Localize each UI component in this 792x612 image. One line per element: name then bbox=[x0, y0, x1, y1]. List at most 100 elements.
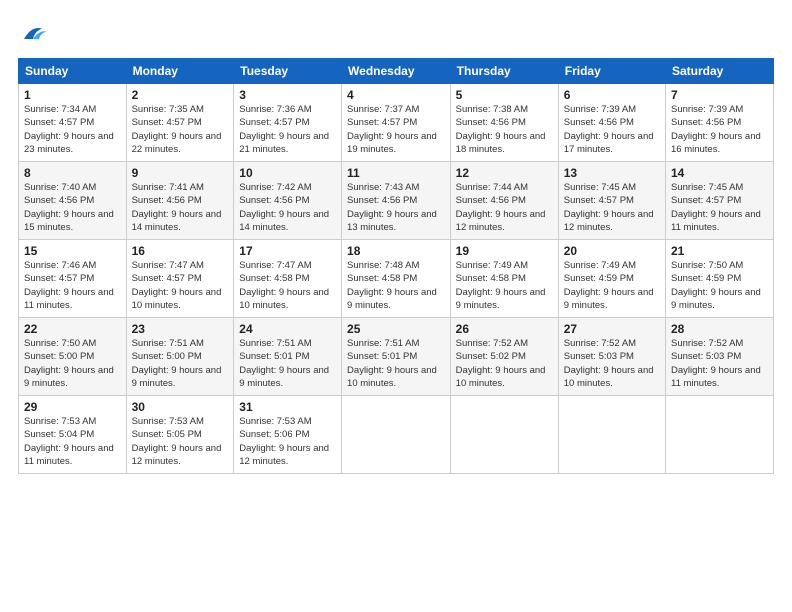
day-info: Sunrise: 7:45 AMSunset: 4:57 PMDaylight:… bbox=[564, 182, 654, 233]
day-number: 7 bbox=[671, 88, 768, 102]
day-info: Sunrise: 7:52 AMSunset: 5:03 PMDaylight:… bbox=[564, 338, 654, 389]
day-info: Sunrise: 7:41 AMSunset: 4:56 PMDaylight:… bbox=[132, 182, 222, 233]
day-info: Sunrise: 7:39 AMSunset: 4:56 PMDaylight:… bbox=[564, 104, 654, 155]
calendar-week-row: 22 Sunrise: 7:50 AMSunset: 5:00 PMDaylig… bbox=[19, 318, 774, 396]
calendar-day-cell: 7 Sunrise: 7:39 AMSunset: 4:56 PMDayligh… bbox=[666, 84, 774, 162]
day-number: 21 bbox=[671, 244, 768, 258]
calendar-day-cell: 13 Sunrise: 7:45 AMSunset: 4:57 PMDaylig… bbox=[558, 162, 665, 240]
calendar-table: SundayMondayTuesdayWednesdayThursdayFrid… bbox=[18, 58, 774, 474]
day-number: 2 bbox=[132, 88, 229, 102]
calendar-day-cell: 30 Sunrise: 7:53 AMSunset: 5:05 PMDaylig… bbox=[126, 396, 234, 474]
day-number: 10 bbox=[239, 166, 336, 180]
day-number: 27 bbox=[564, 322, 660, 336]
day-info: Sunrise: 7:47 AMSunset: 4:57 PMDaylight:… bbox=[132, 260, 222, 311]
day-number: 9 bbox=[132, 166, 229, 180]
calendar-day-cell: 20 Sunrise: 7:49 AMSunset: 4:59 PMDaylig… bbox=[558, 240, 665, 318]
day-info: Sunrise: 7:49 AMSunset: 4:59 PMDaylight:… bbox=[564, 260, 654, 311]
calendar-day-cell bbox=[666, 396, 774, 474]
day-number: 15 bbox=[24, 244, 121, 258]
day-number: 13 bbox=[564, 166, 660, 180]
day-number: 11 bbox=[347, 166, 445, 180]
calendar-day-cell: 9 Sunrise: 7:41 AMSunset: 4:56 PMDayligh… bbox=[126, 162, 234, 240]
calendar-day-cell: 21 Sunrise: 7:50 AMSunset: 4:59 PMDaylig… bbox=[666, 240, 774, 318]
day-number: 20 bbox=[564, 244, 660, 258]
day-number: 4 bbox=[347, 88, 445, 102]
calendar-day-cell: 6 Sunrise: 7:39 AMSunset: 4:56 PMDayligh… bbox=[558, 84, 665, 162]
day-info: Sunrise: 7:39 AMSunset: 4:56 PMDaylight:… bbox=[671, 104, 761, 155]
day-info: Sunrise: 7:50 AMSunset: 5:00 PMDaylight:… bbox=[24, 338, 114, 389]
day-number: 30 bbox=[132, 400, 229, 414]
day-info: Sunrise: 7:42 AMSunset: 4:56 PMDaylight:… bbox=[239, 182, 329, 233]
calendar-day-cell: 23 Sunrise: 7:51 AMSunset: 5:00 PMDaylig… bbox=[126, 318, 234, 396]
calendar-day-cell: 1 Sunrise: 7:34 AMSunset: 4:57 PMDayligh… bbox=[19, 84, 127, 162]
logo bbox=[18, 18, 52, 48]
day-number: 23 bbox=[132, 322, 229, 336]
calendar-day-cell bbox=[450, 396, 558, 474]
day-info: Sunrise: 7:53 AMSunset: 5:04 PMDaylight:… bbox=[24, 416, 114, 467]
calendar-day-cell: 5 Sunrise: 7:38 AMSunset: 4:56 PMDayligh… bbox=[450, 84, 558, 162]
weekday-header-cell: Thursday bbox=[450, 59, 558, 84]
day-info: Sunrise: 7:44 AMSunset: 4:56 PMDaylight:… bbox=[456, 182, 546, 233]
calendar-day-cell bbox=[558, 396, 665, 474]
weekday-header-cell: Wednesday bbox=[342, 59, 451, 84]
calendar-day-cell: 2 Sunrise: 7:35 AMSunset: 4:57 PMDayligh… bbox=[126, 84, 234, 162]
calendar-day-cell: 8 Sunrise: 7:40 AMSunset: 4:56 PMDayligh… bbox=[19, 162, 127, 240]
day-number: 25 bbox=[347, 322, 445, 336]
calendar-day-cell: 14 Sunrise: 7:45 AMSunset: 4:57 PMDaylig… bbox=[666, 162, 774, 240]
calendar-day-cell: 3 Sunrise: 7:36 AMSunset: 4:57 PMDayligh… bbox=[234, 84, 342, 162]
calendar-day-cell: 19 Sunrise: 7:49 AMSunset: 4:58 PMDaylig… bbox=[450, 240, 558, 318]
day-info: Sunrise: 7:34 AMSunset: 4:57 PMDaylight:… bbox=[24, 104, 114, 155]
calendar-day-cell: 12 Sunrise: 7:44 AMSunset: 4:56 PMDaylig… bbox=[450, 162, 558, 240]
day-info: Sunrise: 7:40 AMSunset: 4:56 PMDaylight:… bbox=[24, 182, 114, 233]
calendar-week-row: 15 Sunrise: 7:46 AMSunset: 4:57 PMDaylig… bbox=[19, 240, 774, 318]
calendar-day-cell: 16 Sunrise: 7:47 AMSunset: 4:57 PMDaylig… bbox=[126, 240, 234, 318]
day-info: Sunrise: 7:50 AMSunset: 4:59 PMDaylight:… bbox=[671, 260, 761, 311]
day-number: 28 bbox=[671, 322, 768, 336]
calendar-day-cell: 24 Sunrise: 7:51 AMSunset: 5:01 PMDaylig… bbox=[234, 318, 342, 396]
day-info: Sunrise: 7:37 AMSunset: 4:57 PMDaylight:… bbox=[347, 104, 437, 155]
calendar-day-cell bbox=[342, 396, 451, 474]
day-info: Sunrise: 7:51 AMSunset: 5:01 PMDaylight:… bbox=[347, 338, 437, 389]
day-number: 8 bbox=[24, 166, 121, 180]
day-info: Sunrise: 7:36 AMSunset: 4:57 PMDaylight:… bbox=[239, 104, 329, 155]
day-number: 19 bbox=[456, 244, 553, 258]
weekday-header-row: SundayMondayTuesdayWednesdayThursdayFrid… bbox=[19, 59, 774, 84]
day-number: 3 bbox=[239, 88, 336, 102]
day-info: Sunrise: 7:51 AMSunset: 5:00 PMDaylight:… bbox=[132, 338, 222, 389]
calendar-day-cell: 11 Sunrise: 7:43 AMSunset: 4:56 PMDaylig… bbox=[342, 162, 451, 240]
day-number: 17 bbox=[239, 244, 336, 258]
calendar-week-row: 29 Sunrise: 7:53 AMSunset: 5:04 PMDaylig… bbox=[19, 396, 774, 474]
calendar-day-cell: 18 Sunrise: 7:48 AMSunset: 4:58 PMDaylig… bbox=[342, 240, 451, 318]
day-info: Sunrise: 7:35 AMSunset: 4:57 PMDaylight:… bbox=[132, 104, 222, 155]
day-info: Sunrise: 7:53 AMSunset: 5:05 PMDaylight:… bbox=[132, 416, 222, 467]
day-info: Sunrise: 7:51 AMSunset: 5:01 PMDaylight:… bbox=[239, 338, 329, 389]
weekday-header-cell: Sunday bbox=[19, 59, 127, 84]
day-number: 31 bbox=[239, 400, 336, 414]
day-number: 24 bbox=[239, 322, 336, 336]
day-info: Sunrise: 7:38 AMSunset: 4:56 PMDaylight:… bbox=[456, 104, 546, 155]
weekday-header-cell: Saturday bbox=[666, 59, 774, 84]
calendar-day-cell: 22 Sunrise: 7:50 AMSunset: 5:00 PMDaylig… bbox=[19, 318, 127, 396]
day-info: Sunrise: 7:53 AMSunset: 5:06 PMDaylight:… bbox=[239, 416, 329, 467]
day-info: Sunrise: 7:49 AMSunset: 4:58 PMDaylight:… bbox=[456, 260, 546, 311]
header bbox=[18, 18, 774, 48]
day-info: Sunrise: 7:52 AMSunset: 5:02 PMDaylight:… bbox=[456, 338, 546, 389]
day-number: 29 bbox=[24, 400, 121, 414]
day-number: 22 bbox=[24, 322, 121, 336]
calendar-day-cell: 17 Sunrise: 7:47 AMSunset: 4:58 PMDaylig… bbox=[234, 240, 342, 318]
calendar-day-cell: 27 Sunrise: 7:52 AMSunset: 5:03 PMDaylig… bbox=[558, 318, 665, 396]
day-number: 1 bbox=[24, 88, 121, 102]
weekday-header-cell: Tuesday bbox=[234, 59, 342, 84]
calendar-day-cell: 31 Sunrise: 7:53 AMSunset: 5:06 PMDaylig… bbox=[234, 396, 342, 474]
day-info: Sunrise: 7:48 AMSunset: 4:58 PMDaylight:… bbox=[347, 260, 437, 311]
day-number: 5 bbox=[456, 88, 553, 102]
day-number: 6 bbox=[564, 88, 660, 102]
calendar-day-cell: 15 Sunrise: 7:46 AMSunset: 4:57 PMDaylig… bbox=[19, 240, 127, 318]
day-info: Sunrise: 7:52 AMSunset: 5:03 PMDaylight:… bbox=[671, 338, 761, 389]
calendar-day-cell: 10 Sunrise: 7:42 AMSunset: 4:56 PMDaylig… bbox=[234, 162, 342, 240]
day-info: Sunrise: 7:45 AMSunset: 4:57 PMDaylight:… bbox=[671, 182, 761, 233]
day-info: Sunrise: 7:46 AMSunset: 4:57 PMDaylight:… bbox=[24, 260, 114, 311]
calendar-day-cell: 29 Sunrise: 7:53 AMSunset: 5:04 PMDaylig… bbox=[19, 396, 127, 474]
calendar-day-cell: 4 Sunrise: 7:37 AMSunset: 4:57 PMDayligh… bbox=[342, 84, 451, 162]
logo-icon bbox=[18, 18, 48, 48]
